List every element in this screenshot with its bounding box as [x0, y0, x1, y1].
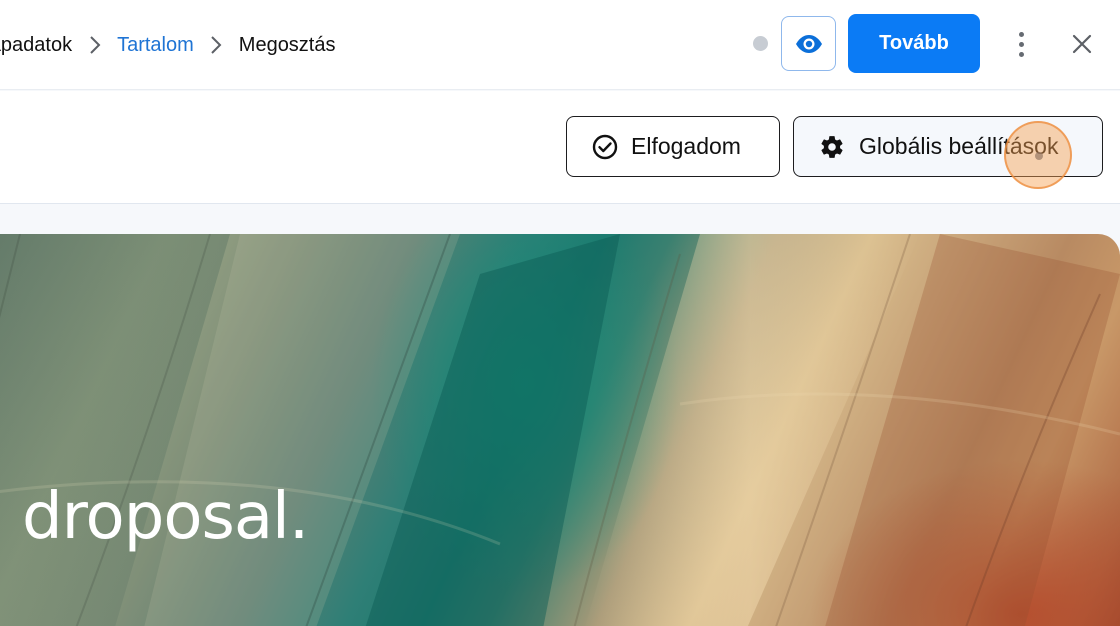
close-icon — [1072, 34, 1092, 54]
more-vertical-icon — [1018, 31, 1024, 37]
more-vertical-icon-dot — [1018, 51, 1024, 57]
droposal-logo: droposal. — [22, 480, 309, 554]
accept-button-label: Elfogadom — [631, 133, 741, 159]
proposal-cover-preview: droposal. — [0, 234, 1120, 626]
chevron-right-icon — [194, 33, 239, 57]
breadcrumb: Alapadatok Tartalom Megosztás — [0, 0, 336, 90]
top-navigation-bar: Alapadatok Tartalom Megosztás Tovább — [0, 0, 1120, 90]
close-button[interactable] — [1068, 30, 1096, 58]
accept-button[interactable]: Elfogadom — [566, 116, 780, 177]
breadcrumb-item-content[interactable]: Tartalom — [117, 34, 194, 57]
save-status-dot — [753, 36, 768, 51]
gear-icon — [821, 135, 843, 158]
eye-icon — [795, 34, 822, 53]
more-options-button[interactable] — [1006, 28, 1036, 60]
abstract-texture-background — [0, 234, 1120, 626]
chevron-right-icon — [72, 33, 117, 57]
breadcrumb-item-basic-data[interactable]: Alapadatok — [0, 34, 72, 57]
next-button[interactable]: Tovább — [848, 14, 980, 73]
check-circle-icon — [592, 134, 618, 159]
preview-button[interactable] — [781, 16, 836, 71]
breadcrumb-item-sharing: Megosztás — [238, 33, 336, 56]
click-indicator — [1004, 121, 1072, 189]
more-vertical-icon-dot — [1018, 41, 1024, 47]
action-toolbar: Elfogadom Globális beállítások — [0, 91, 1120, 204]
